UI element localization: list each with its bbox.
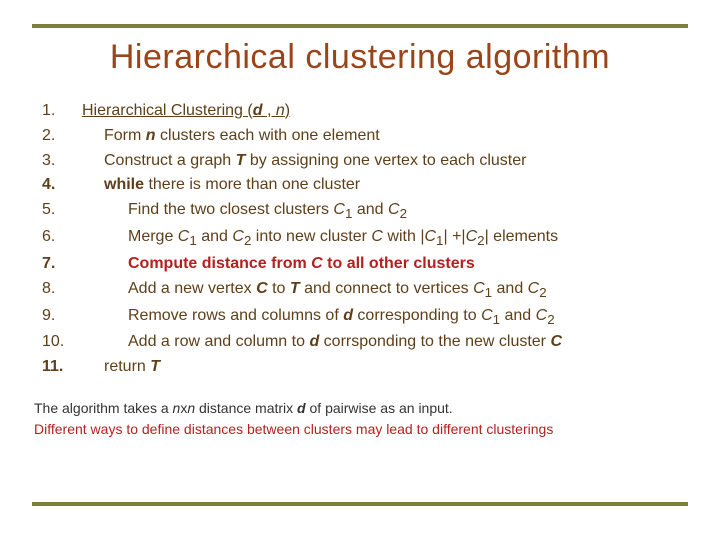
footer-line-2: Different ways to define distances betwe…: [34, 419, 688, 440]
footer-line-1: The algorithm takes a nxn distance matri…: [34, 398, 688, 419]
step-text: Find the two closest clusters C1 and C2: [82, 198, 407, 225]
line-number: 3.: [42, 149, 82, 174]
algo-line-4: 4. while there is more than one cluster: [42, 173, 688, 198]
line-number: 11.: [42, 355, 82, 380]
step-text: while there is more than one cluster: [82, 173, 360, 198]
step-text: Form n clusters each with one element: [82, 124, 380, 149]
step-text: Compute distance from C to all other clu…: [82, 252, 475, 277]
algo-line-8: 8. Add a new vertex C to T and connect t…: [42, 277, 688, 304]
algo-line-5: 5. Find the two closest clusters C1 and …: [42, 198, 688, 225]
algo-line-7: 7. Compute distance from C to all other …: [42, 252, 688, 277]
algorithm-block: 1. Hierarchical Clustering (d , n) 2. Fo…: [42, 99, 688, 380]
line-number: 6.: [42, 225, 82, 250]
top-rule: [32, 24, 688, 28]
step-text: Merge C1 and C2 into new cluster C with …: [82, 225, 558, 252]
slide: Hierarchical clustering algorithm 1. Hie…: [0, 0, 720, 540]
line-number: 4.: [42, 173, 82, 198]
algo-line-1: 1. Hierarchical Clustering (d , n): [42, 99, 688, 124]
algo-line-9: 9. Remove rows and columns of d correspo…: [42, 304, 688, 331]
line-number: 9.: [42, 304, 82, 329]
line-number: 2.: [42, 124, 82, 149]
bottom-rule: [32, 502, 688, 506]
slide-title: Hierarchical clustering algorithm: [32, 38, 688, 77]
step-text: return T: [82, 355, 160, 380]
algo-line-11: 11. return T: [42, 355, 688, 380]
line-number: 10.: [42, 330, 82, 355]
step-text: Hierarchical Clustering (d , n): [82, 99, 290, 124]
algo-line-3: 3. Construct a graph T by assigning one …: [42, 149, 688, 174]
line-number: 5.: [42, 198, 82, 223]
step-text: Remove rows and columns of d correspondi…: [82, 304, 555, 331]
step-text: Construct a graph T by assigning one ver…: [82, 149, 526, 174]
step-text: Add a row and column to d corrsponding t…: [82, 330, 562, 355]
footer-note: The algorithm takes a nxn distance matri…: [32, 398, 688, 440]
line-number: 8.: [42, 277, 82, 302]
hc-text: Hierarchical Clustering (d , n): [82, 102, 290, 119]
line-number: 7.: [42, 252, 82, 277]
algo-line-2: 2. Form n clusters each with one element: [42, 124, 688, 149]
step-text: Add a new vertex C to T and connect to v…: [82, 277, 547, 304]
algo-line-6: 6. Merge C1 and C2 into new cluster C wi…: [42, 225, 688, 252]
algo-line-10: 10. Add a row and column to d corrspondi…: [42, 330, 688, 355]
line-number: 1.: [42, 99, 82, 124]
